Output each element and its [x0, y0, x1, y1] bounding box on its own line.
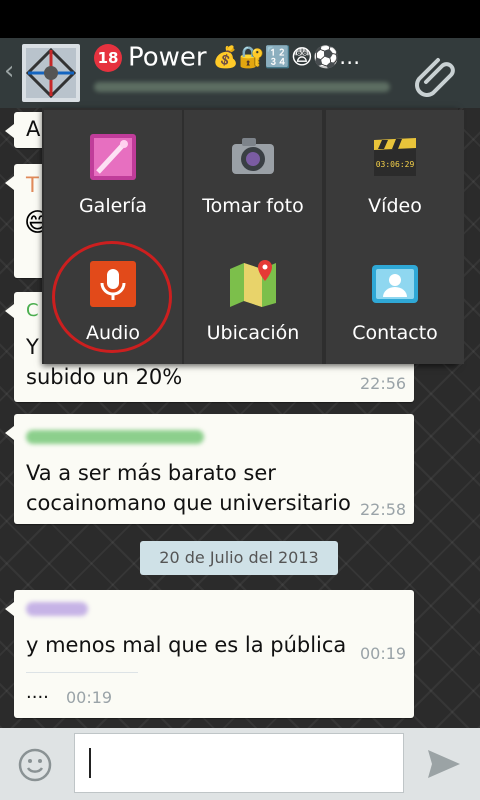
- message-text: cocainomano que universitario: [26, 491, 351, 515]
- menu-item-label: Tomar foto: [202, 195, 304, 217]
- video-timecode: 03:06:29: [376, 160, 415, 169]
- menu-item-label: Ubicación: [206, 322, 300, 344]
- group-avatar[interactable]: [22, 44, 80, 102]
- message-time: 22:58: [360, 500, 407, 519]
- gallery-icon: [90, 134, 136, 180]
- status-bar: [0, 0, 480, 38]
- message-text: A: [26, 117, 41, 141]
- menu-item-label: Galería: [78, 195, 148, 217]
- menu-item-contact[interactable]: Contacto: [326, 237, 464, 364]
- highlight-circle: [52, 241, 172, 353]
- send-icon[interactable]: [426, 748, 462, 780]
- contact-card-icon: [372, 265, 418, 303]
- sender-name-redacted: [26, 430, 204, 444]
- smiley-icon[interactable]: [18, 748, 52, 782]
- participants-redacted: [94, 82, 390, 92]
- menu-item-gallery[interactable]: Galería: [44, 110, 182, 237]
- message-text: Va a ser más barato ser: [26, 461, 276, 485]
- message-text: y menos mal que es la pública: [26, 633, 347, 657]
- age-18-badge: 18: [94, 43, 122, 72]
- message-sender: C: [26, 300, 39, 321]
- sender-name-redacted: [26, 602, 88, 616]
- message-time: 00:19: [66, 688, 113, 707]
- title-emoji: 💰🔐🔢😨⚽…: [212, 45, 361, 69]
- message-bubble[interactable]: Va a ser más barato ser cocainomano que …: [5, 414, 414, 524]
- menu-item-label: Vídeo: [368, 195, 422, 217]
- menu-item-location[interactable]: Ubicación: [184, 237, 322, 364]
- chat-title-text: Power: [128, 42, 207, 73]
- camera-icon: [232, 138, 274, 174]
- back-chevron-icon[interactable]: ‹: [4, 56, 14, 86]
- video-icon: 03:06:29: [374, 138, 416, 176]
- message-bubble[interactable]: y menos mal que es la pública 00:19 ....…: [5, 590, 414, 718]
- compose-bar: [0, 728, 480, 800]
- divider: [26, 672, 138, 673]
- date-separator: 20 de Julio del 2013: [140, 541, 338, 575]
- menu-item-camera[interactable]: Tomar foto: [184, 110, 322, 237]
- menu-item-video[interactable]: 03:06:29 Vídeo: [326, 110, 464, 237]
- message-time: 22:56: [360, 374, 407, 393]
- map-location-icon: [230, 260, 276, 307]
- message-text: ....: [26, 682, 49, 703]
- message-text: Y: [26, 335, 39, 359]
- chat-title[interactable]: 18 Power 💰🔐🔢😨⚽…: [94, 42, 404, 78]
- message-text: subido un 20%: [26, 365, 183, 389]
- message-sender: T: [26, 173, 39, 197]
- chat-header: ‹ 18 Power 💰🔐🔢😨⚽…: [0, 38, 480, 108]
- menu-item-label: Contacto: [352, 322, 438, 344]
- text-cursor: [89, 748, 91, 778]
- paperclip-icon[interactable]: [412, 52, 458, 98]
- message-time: 00:19: [360, 644, 407, 663]
- message-input[interactable]: [74, 733, 404, 793]
